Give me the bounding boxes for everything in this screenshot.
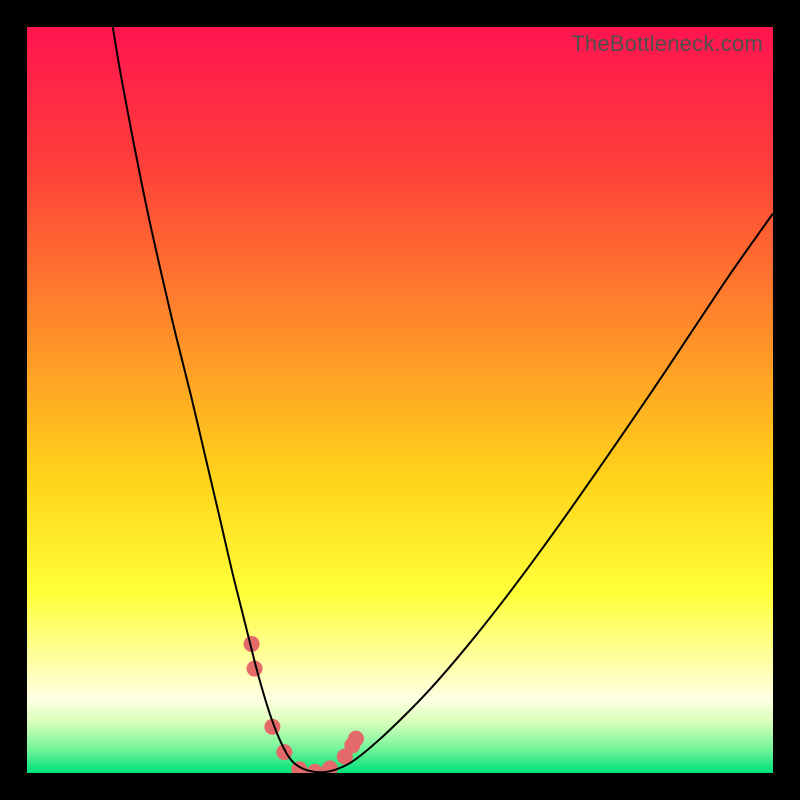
outer-frame: TheBottleneck.com — [0, 0, 800, 800]
gradient-background — [27, 27, 773, 773]
watermark-text: TheBottleneck.com — [571, 31, 763, 57]
plot-area: TheBottleneck.com — [27, 27, 773, 773]
marker-dot — [348, 731, 364, 747]
chart-svg — [27, 27, 773, 773]
